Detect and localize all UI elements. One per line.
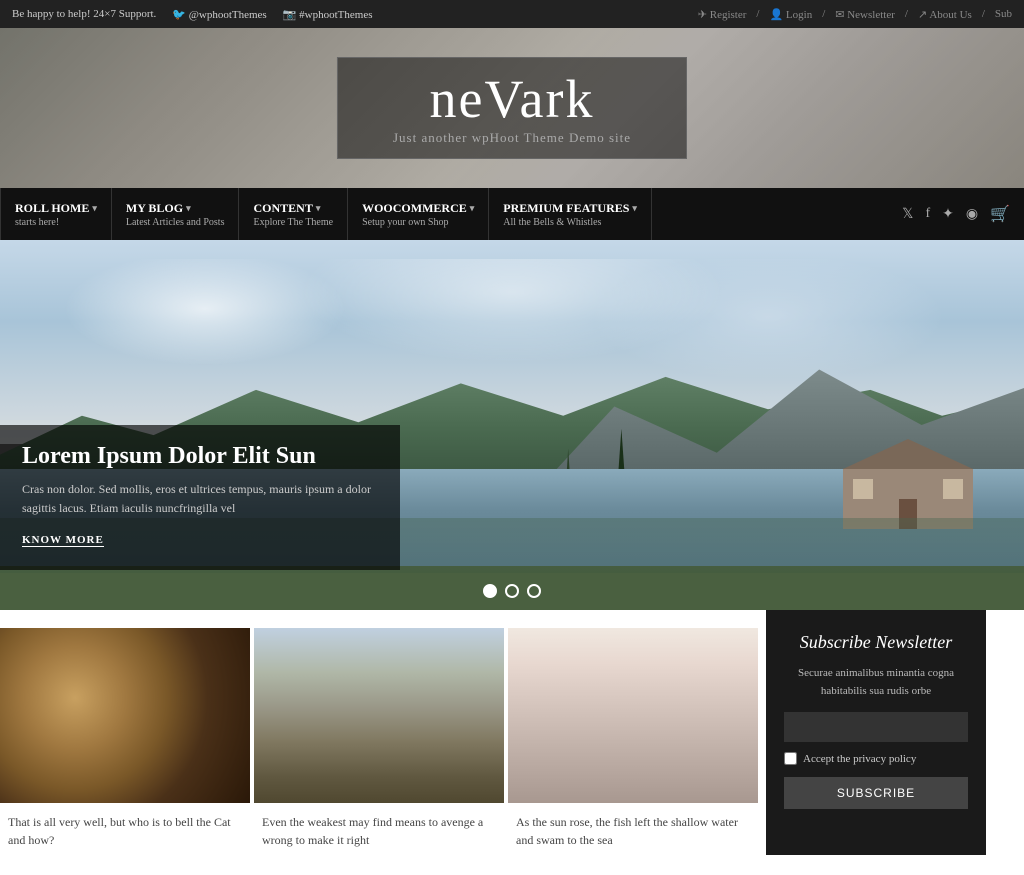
- chevron-down-icon: ▾: [470, 203, 475, 214]
- about-icon: ↗: [918, 9, 929, 21]
- newsletter-title: Subscribe Newsletter: [784, 632, 968, 653]
- chevron-down-icon: ▾: [186, 203, 191, 214]
- support-text: Be happy to help! 24×7 Support.: [12, 8, 156, 20]
- logo: neVark: [393, 72, 631, 126]
- login-icon: 👤: [769, 9, 785, 21]
- register-link[interactable]: ✈ Register: [698, 8, 747, 21]
- newsletter-icon: ✉: [835, 9, 847, 21]
- card-2: Even the weakest may find means to aveng…: [254, 628, 504, 855]
- hero-dots: [483, 584, 541, 598]
- top-bar-right: ✈ Register / 👤 Login / ✉ Newsletter / ↗ …: [698, 8, 1012, 21]
- nav-item-woocommerce[interactable]: WOOCOMMERCE ▾ Setup your own Shop: [348, 188, 489, 240]
- tripadvisor-nav-icon[interactable]: ◉: [966, 206, 978, 223]
- tagline: Just another wpHoot Theme Demo site: [393, 130, 631, 146]
- card-text-1: That is all very well, but who is to bel…: [0, 803, 250, 855]
- privacy-policy-checkbox[interactable]: [784, 752, 797, 765]
- hero-dot-1[interactable]: [483, 584, 497, 598]
- social-icons: 𝕏 f ✦ ◉ 🛒: [902, 204, 1024, 224]
- instagram-link[interactable]: 📷 #wphootThemes: [283, 8, 373, 21]
- newsletter-checkbox-row: Accept the privacy policy: [784, 752, 968, 765]
- nav-item-content[interactable]: CONTENT ▾ Explore The Theme: [239, 188, 348, 240]
- house-window-2: [943, 479, 963, 499]
- top-bar-left: Be happy to help! 24×7 Support. 🐦 @wphoo…: [12, 8, 373, 21]
- main-nav: ROLL HOME ▾ starts here! MY BLOG ▾ Lates…: [0, 188, 1024, 240]
- pinterest-nav-icon[interactable]: ✦: [942, 206, 954, 223]
- card-3: As the sun rose, the fish left the shall…: [508, 628, 758, 855]
- card-1: That is all very well, but who is to bel…: [0, 628, 250, 855]
- header: neVark Just another wpHoot Theme Demo si…: [0, 28, 1024, 188]
- nav-items: ROLL HOME ▾ starts here! MY BLOG ▾ Lates…: [0, 188, 652, 240]
- logo-box: neVark Just another wpHoot Theme Demo si…: [337, 57, 687, 159]
- hero-cta-button[interactable]: KNOW MORE: [22, 534, 104, 547]
- card-text-2: Even the weakest may find means to aveng…: [254, 803, 504, 855]
- card-image-1: [0, 628, 250, 803]
- newsletter-box: Subscribe Newsletter Securae animalibus …: [766, 610, 986, 855]
- top-bar: Be happy to help! 24×7 Support. 🐦 @wphoo…: [0, 0, 1024, 28]
- login-link[interactable]: 👤 Login: [769, 8, 812, 21]
- facebook-nav-icon[interactable]: f: [925, 206, 930, 222]
- newsletter-link[interactable]: ✉ Newsletter: [835, 8, 895, 21]
- twitter-link[interactable]: 🐦 @wphootThemes: [172, 8, 266, 21]
- hero-dot-2[interactable]: [505, 584, 519, 598]
- newsletter-email-input[interactable]: [784, 712, 968, 742]
- chevron-down-icon: ▾: [316, 203, 321, 214]
- newsletter-desc: Securae animalibus minantia cogna habita…: [784, 665, 968, 700]
- hero-text-overlay: Lorem Ipsum Dolor Elit Sun Cras non dolo…: [0, 425, 400, 570]
- twitter-icon: 🐦: [172, 9, 188, 21]
- privacy-policy-label: Accept the privacy policy: [803, 753, 916, 765]
- hero-dot-3[interactable]: [527, 584, 541, 598]
- hero-desc: Cras non dolor. Sed mollis, eros et ultr…: [22, 480, 378, 518]
- cart-icon[interactable]: 🛒: [990, 204, 1010, 224]
- hero-title: Lorem Ipsum Dolor Elit Sun: [22, 443, 378, 470]
- bottom-row: That is all very well, but who is to bel…: [0, 610, 1024, 875]
- card-image-2: [254, 628, 504, 803]
- register-icon: ✈: [698, 9, 710, 21]
- house-roof: [843, 439, 973, 469]
- twitter-nav-icon[interactable]: 𝕏: [902, 206, 913, 223]
- header-center: neVark Just another wpHoot Theme Demo si…: [337, 57, 687, 159]
- hero-slider: Lorem Ipsum Dolor Elit Sun Cras non dolo…: [0, 240, 1024, 610]
- nav-item-premium-features[interactable]: PREMIUM FEATURES ▾ All the Bells & Whist…: [489, 188, 652, 240]
- cards-section: That is all very well, but who is to bel…: [0, 610, 762, 855]
- subscribe-button[interactable]: SUBSCRIBE: [784, 777, 968, 809]
- nav-item-roll-home[interactable]: ROLL HOME ▾ starts here!: [0, 188, 112, 240]
- card-text-3: As the sun rose, the fish left the shall…: [508, 803, 758, 855]
- instagram-icon: 📷: [283, 9, 299, 21]
- house-window: [853, 479, 873, 499]
- card-image-3: [508, 628, 758, 803]
- about-us-link[interactable]: ↗ About Us: [918, 8, 972, 21]
- chevron-down-icon: ▾: [632, 203, 637, 214]
- subscribe-link[interactable]: Sub: [995, 8, 1012, 20]
- nav-item-my-blog[interactable]: MY BLOG ▾ Latest Articles and Posts: [112, 188, 240, 240]
- chevron-down-icon: ▾: [92, 203, 97, 214]
